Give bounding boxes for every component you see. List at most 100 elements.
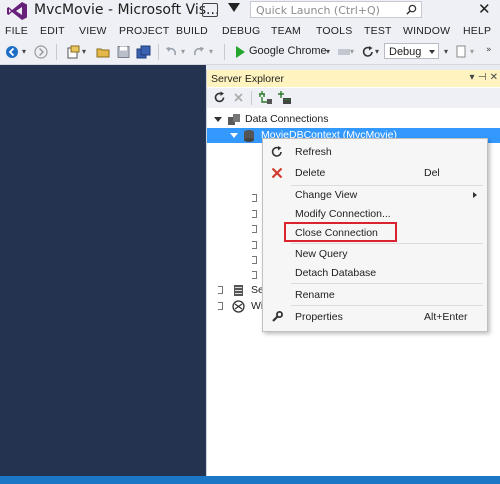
collapsed-arrow-icon[interactable] bbox=[252, 241, 257, 249]
menu-window[interactable]: WINDOW bbox=[403, 25, 450, 37]
web-globe-icon bbox=[232, 300, 245, 313]
menu-separator bbox=[291, 243, 483, 244]
menu-item-delete[interactable]: Delete Del bbox=[263, 164, 487, 182]
menu-project[interactable]: PROJECT bbox=[119, 25, 169, 37]
connect-to-database-icon[interactable] bbox=[257, 90, 273, 105]
browser-link-dropdown-icon[interactable]: ▾ bbox=[350, 47, 354, 61]
toolbar-separator bbox=[251, 91, 252, 105]
menu-view[interactable]: VIEW bbox=[79, 25, 107, 37]
find-dropdown-icon[interactable]: ▾ bbox=[470, 47, 474, 61]
collapsed-arrow-icon[interactable] bbox=[218, 302, 223, 310]
menu-item-label: Rename bbox=[295, 289, 335, 301]
window-title: MvcMovie - Microsoft Vis... bbox=[34, 2, 220, 18]
close-connection-highlight bbox=[284, 222, 397, 242]
refresh-dropdown-icon[interactable]: ▾ bbox=[375, 47, 379, 61]
tree-node-data-connections[interactable]: Data Connections bbox=[207, 112, 500, 127]
menu-item-new-query[interactable]: New Query bbox=[263, 245, 487, 263]
refresh-icon[interactable] bbox=[213, 91, 226, 104]
server-explorer-toolbar bbox=[207, 88, 500, 108]
toolbar-separator bbox=[56, 44, 57, 60]
standard-toolbar: ▾ ▾ ▾ ▾ Google Chrome ▾ ▾ ▾ Debug ▾ ▾ » bbox=[0, 40, 500, 65]
menu-item-label: Detach Database bbox=[295, 267, 377, 279]
context-menu: Refresh Delete Del Change View Modify Co… bbox=[262, 138, 488, 332]
collapsed-arrow-icon[interactable] bbox=[252, 271, 257, 279]
menu-edit[interactable]: EDIT bbox=[40, 25, 65, 37]
save-all-icon[interactable] bbox=[136, 45, 152, 59]
refresh-linked-browsers-icon[interactable] bbox=[361, 45, 375, 59]
menu-item-shortcut: Del bbox=[424, 167, 440, 179]
browser-link-icon[interactable] bbox=[337, 45, 351, 59]
notifications-filter-icon[interactable] bbox=[228, 3, 240, 12]
menu-item-change-view[interactable]: Change View bbox=[263, 186, 487, 204]
forward-navigation-icon[interactable] bbox=[34, 45, 48, 59]
data-connections-icon bbox=[228, 114, 240, 125]
toolbar-separator bbox=[224, 44, 225, 60]
menu-file[interactable]: FILE bbox=[5, 25, 28, 37]
run-target-dropdown-icon[interactable]: ▾ bbox=[326, 47, 330, 61]
menu-item-refresh[interactable]: Refresh bbox=[263, 143, 487, 161]
menu-item-label: Change View bbox=[295, 189, 358, 201]
toolbar-separator bbox=[158, 44, 159, 60]
menu-team[interactable]: TEAM bbox=[271, 25, 301, 37]
collapsed-arrow-icon[interactable] bbox=[252, 256, 257, 264]
quick-launch-placeholder: Quick Launch (Ctrl+Q) bbox=[256, 4, 380, 17]
menu-item-properties[interactable]: Properties Alt+Enter bbox=[263, 308, 487, 326]
menu-tools[interactable]: TOOLS bbox=[316, 25, 352, 37]
menu-item-label: Delete bbox=[295, 167, 326, 179]
redo-icon[interactable] bbox=[192, 45, 206, 59]
solution-configuration-dropdown[interactable]: Debug bbox=[384, 43, 439, 59]
expand-arrow-icon[interactable] bbox=[230, 133, 238, 138]
expand-arrow-icon[interactable] bbox=[214, 117, 222, 122]
collapsed-arrow-icon[interactable] bbox=[252, 210, 257, 218]
chevron-down-icon bbox=[429, 50, 435, 54]
collapsed-arrow-icon[interactable] bbox=[252, 225, 257, 233]
tree-node-servers[interactable]: Se bbox=[207, 283, 267, 298]
back-navigation-icon[interactable] bbox=[5, 45, 19, 59]
collapsed-arrow-icon[interactable] bbox=[252, 194, 257, 202]
open-file-icon[interactable] bbox=[96, 45, 111, 59]
menu-item-label: Modify Connection... bbox=[295, 208, 391, 220]
wrench-icon bbox=[272, 311, 283, 322]
tree-node-web[interactable]: Wi bbox=[207, 299, 267, 314]
search-icon[interactable] bbox=[406, 4, 417, 15]
menu-item-modify-connection[interactable]: Modify Connection... bbox=[263, 205, 487, 223]
menu-item-rename[interactable]: Rename bbox=[263, 286, 487, 304]
menu-item-shortcut: Alt+Enter bbox=[424, 311, 468, 323]
menu-separator bbox=[291, 305, 483, 306]
close-window-button[interactable]: ✕ bbox=[478, 0, 491, 18]
menu-item-label: New Query bbox=[295, 248, 348, 260]
save-icon[interactable] bbox=[117, 45, 130, 59]
menu-item-detach-database[interactable]: Detach Database bbox=[263, 264, 487, 282]
refresh-icon bbox=[271, 146, 282, 157]
new-project-icon[interactable] bbox=[66, 45, 80, 59]
collapsed-arrow-icon[interactable] bbox=[218, 286, 223, 294]
menu-bar: FILE EDIT VIEW PROJECT BUILD DEBUG TEAM … bbox=[0, 22, 500, 40]
run-target-label[interactable]: Google Chrome bbox=[249, 45, 327, 57]
title-bar: MvcMovie - Microsoft Vis... Quick Launch… bbox=[0, 0, 500, 22]
menu-test[interactable]: TEST bbox=[364, 25, 392, 37]
redo-dropdown-icon[interactable]: ▾ bbox=[209, 47, 213, 61]
connect-to-server-icon[interactable] bbox=[277, 90, 292, 105]
back-dropdown-icon[interactable]: ▾ bbox=[22, 47, 26, 61]
server-explorer-title: Server Explorer bbox=[211, 73, 284, 85]
quick-launch-input[interactable]: Quick Launch (Ctrl+Q) bbox=[250, 1, 422, 18]
stop-refresh-icon[interactable] bbox=[233, 92, 244, 103]
menu-build[interactable]: BUILD bbox=[176, 25, 208, 37]
toolbar-overflow-icon[interactable]: » bbox=[486, 45, 492, 59]
menu-debug[interactable]: DEBUG bbox=[222, 25, 260, 37]
menu-separator bbox=[291, 283, 483, 284]
feedback-icon[interactable] bbox=[202, 3, 218, 17]
configuration-value: Debug bbox=[389, 46, 422, 58]
panel-window-controls-icon[interactable]: ▾ ⊣ ✕ bbox=[470, 72, 498, 83]
undo-icon[interactable] bbox=[164, 45, 178, 59]
platform-dropdown-icon[interactable]: ▾ bbox=[444, 47, 448, 61]
servers-icon bbox=[234, 285, 243, 296]
menu-item-label: Refresh bbox=[295, 146, 332, 158]
menu-help[interactable]: HELP bbox=[463, 25, 491, 37]
data-connections-label: Data Connections bbox=[245, 113, 329, 125]
start-debugging-icon[interactable] bbox=[236, 46, 245, 58]
find-in-files-icon[interactable] bbox=[455, 45, 469, 59]
undo-dropdown-icon[interactable]: ▾ bbox=[181, 47, 185, 61]
new-project-dropdown-icon[interactable]: ▾ bbox=[82, 47, 86, 61]
menu-item-label: Properties bbox=[295, 311, 343, 323]
